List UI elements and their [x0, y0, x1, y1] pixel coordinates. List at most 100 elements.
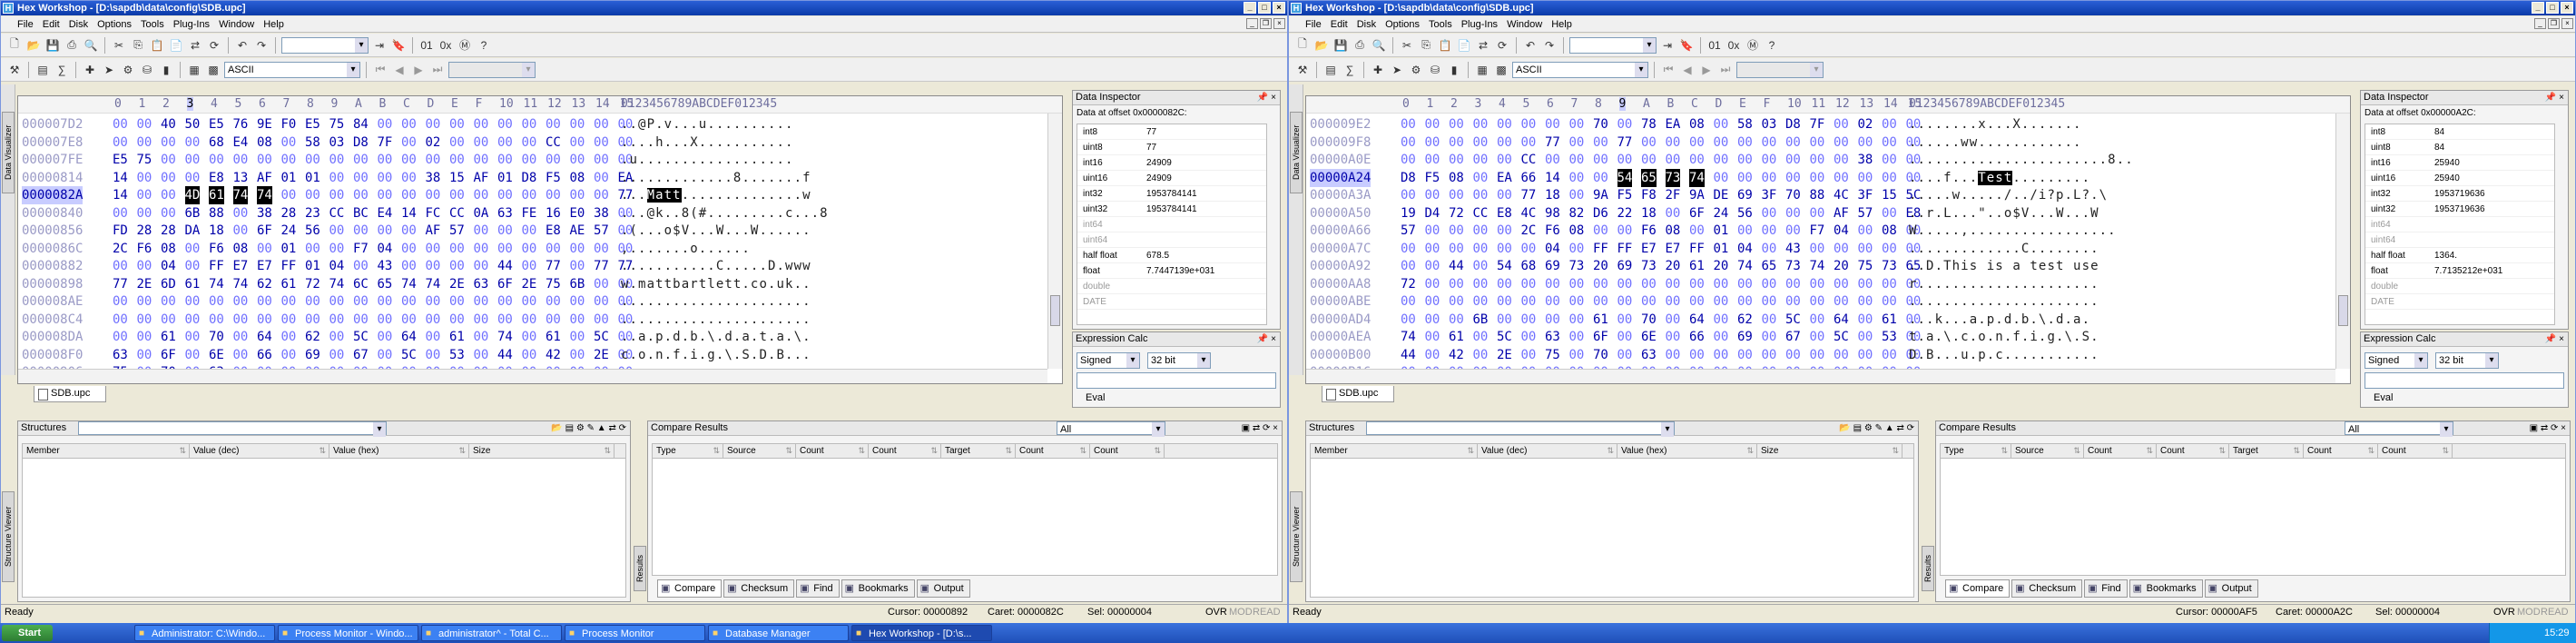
hex-byte[interactable]: 00: [449, 292, 465, 311]
hex-byte[interactable]: 73: [1641, 257, 1657, 275]
hex-byte[interactable]: 00: [1401, 151, 1416, 169]
hex-byte[interactable]: 00: [570, 240, 585, 258]
hex-byte[interactable]: 00: [161, 186, 176, 204]
hex-byte[interactable]: 00: [522, 186, 537, 204]
tab-bookmarks[interactable]: Bookmarks: [2129, 579, 2203, 598]
hex-byte[interactable]: 65: [1641, 168, 1657, 187]
taskbar-item[interactable]: Process Monitor: [565, 625, 705, 641]
bookmark-icon[interactable]: 🔖: [1678, 37, 1695, 54]
hex-byte[interactable]: 00: [426, 311, 441, 329]
hex-byte[interactable]: 6E: [209, 346, 224, 364]
hex-byte[interactable]: 9A: [1593, 186, 1608, 204]
inspector-row[interactable]: float 7.7447139e+031: [1077, 263, 1266, 279]
hex-byte[interactable]: 16: [546, 204, 561, 223]
hex-byte[interactable]: 00: [449, 186, 465, 204]
hex-byte[interactable]: 2E: [137, 275, 152, 293]
ascii-text[interactable]: ..r.L..."..o$V...W...W: [1909, 204, 2099, 223]
hex-byte[interactable]: 00: [281, 134, 297, 152]
hex-byte[interactable]: 00: [401, 169, 417, 187]
hex-byte[interactable]: 00: [281, 151, 297, 169]
hex-byte[interactable]: 00: [378, 169, 393, 187]
hex-byte[interactable]: 00: [1497, 275, 1512, 293]
hex-byte[interactable]: 00: [1449, 240, 1464, 258]
checksum-icon[interactable]: ∑: [54, 62, 70, 78]
hex-byte[interactable]: 08: [1569, 222, 1585, 240]
hex-byte[interactable]: 63: [497, 204, 513, 223]
hex-byte[interactable]: 00: [449, 257, 465, 275]
hex-byte[interactable]: 00: [209, 151, 224, 169]
hex-byte[interactable]: 00: [1569, 328, 1585, 346]
inspector-row[interactable]: int32 1953719636: [2365, 186, 2554, 202]
refresh-icon[interactable]: ⟳: [1494, 37, 1510, 54]
compare-column[interactable]: Target: [941, 444, 1016, 458]
hex-byte[interactable]: 00: [1401, 115, 1416, 134]
hex-byte[interactable]: 6B: [1473, 311, 1489, 329]
hex-byte[interactable]: E7: [1666, 240, 1681, 258]
hex-byte[interactable]: 00: [378, 311, 393, 329]
hex-byte[interactable]: FF: [1617, 240, 1633, 258]
hex-byte[interactable]: 64: [257, 328, 272, 346]
hex-byte[interactable]: 00: [1473, 328, 1489, 346]
hex-byte[interactable]: 6F: [161, 346, 176, 364]
hex-byte[interactable]: 00: [1737, 151, 1753, 169]
new-icon[interactable]: 🗋: [6, 37, 23, 54]
hex-byte[interactable]: 9A: [1689, 186, 1705, 204]
hex-byte[interactable]: 00: [546, 240, 561, 258]
hex-byte[interactable]: 88: [1810, 186, 1825, 204]
hex-byte[interactable]: 00: [426, 115, 441, 134]
hex-byte[interactable]: E5: [209, 115, 224, 134]
hex-byte[interactable]: 00: [137, 204, 152, 223]
hex-byte[interactable]: 00: [137, 292, 152, 311]
bookmark-add-icon[interactable]: ✚: [1370, 62, 1386, 78]
compare-column[interactable]: Type: [1941, 444, 2011, 458]
bookmark-icon[interactable]: 🔖: [390, 37, 407, 54]
compare-tools-icon[interactable]: ▣ ⇄ ⟳ ×: [2530, 421, 2566, 435]
scroll-thumb[interactable]: [1050, 295, 1060, 326]
hex-byte[interactable]: 61: [1882, 311, 1897, 329]
hex-byte[interactable]: 13: [233, 169, 249, 187]
hex-byte[interactable]: E5: [305, 115, 320, 134]
compare-column[interactable]: Count: [2157, 444, 2229, 458]
hex-byte[interactable]: 00: [570, 186, 585, 204]
database-icon[interactable]: ⛁: [1427, 62, 1443, 78]
hex-byte[interactable]: 6F: [1689, 204, 1705, 223]
hex-byte[interactable]: 24: [281, 222, 297, 240]
hex-byte[interactable]: 0A: [474, 204, 489, 223]
hex-byte[interactable]: 03: [1762, 115, 1777, 134]
compare-tools-icon[interactable]: ▣ ⇄ ⟳ ×: [1242, 421, 1278, 435]
paste-special-icon[interactable]: 📄: [168, 37, 184, 54]
hex-byte[interactable]: 00: [401, 292, 417, 311]
hex-byte[interactable]: 00: [1569, 292, 1585, 311]
hex-byte[interactable]: 7F: [378, 134, 393, 152]
hex-byte[interactable]: 00: [209, 311, 224, 329]
structures-column[interactable]: Member: [1311, 444, 1478, 458]
hex-byte[interactable]: 24: [1714, 204, 1729, 223]
hex-byte[interactable]: 00: [1810, 134, 1825, 152]
inspector-row[interactable]: uint64: [1077, 232, 1266, 248]
hex-byte[interactable]: 00: [1497, 240, 1512, 258]
tab-compare[interactable]: Compare: [1945, 579, 2011, 598]
hex-byte[interactable]: 00: [401, 311, 417, 329]
hex-byte[interactable]: 54: [1617, 168, 1633, 187]
hex-byte[interactable]: D8: [1785, 115, 1801, 134]
hex-byte[interactable]: 77: [594, 257, 609, 275]
hex-byte[interactable]: 72: [1401, 275, 1416, 293]
hex-byte[interactable]: F5: [546, 169, 561, 187]
structures-column[interactable]: Size: [469, 444, 615, 458]
binary-icon[interactable]: 01: [418, 37, 435, 54]
hex-byte[interactable]: 6E: [1641, 328, 1657, 346]
hex-byte[interactable]: 67: [353, 346, 369, 364]
hex-byte[interactable]: 00: [1762, 328, 1777, 346]
hex-byte[interactable]: 75: [137, 151, 152, 169]
expression-input[interactable]: [1077, 372, 1276, 389]
hex-byte[interactable]: 28: [137, 222, 152, 240]
cpu-icon[interactable]: ▦: [1474, 62, 1490, 78]
hex-byte[interactable]: 00: [378, 222, 393, 240]
ascii-text[interactable]: ....h...X...........: [621, 134, 794, 152]
hex-byte[interactable]: 00: [474, 240, 489, 258]
hex-byte[interactable]: 00: [546, 115, 561, 134]
hex-byte[interactable]: 00: [1545, 151, 1560, 169]
ascii-text[interactable]: .......................8..: [1909, 151, 2134, 169]
hex-byte[interactable]: 00: [1666, 204, 1681, 223]
inspector-row[interactable]: int32 1953784141: [1077, 186, 1266, 202]
